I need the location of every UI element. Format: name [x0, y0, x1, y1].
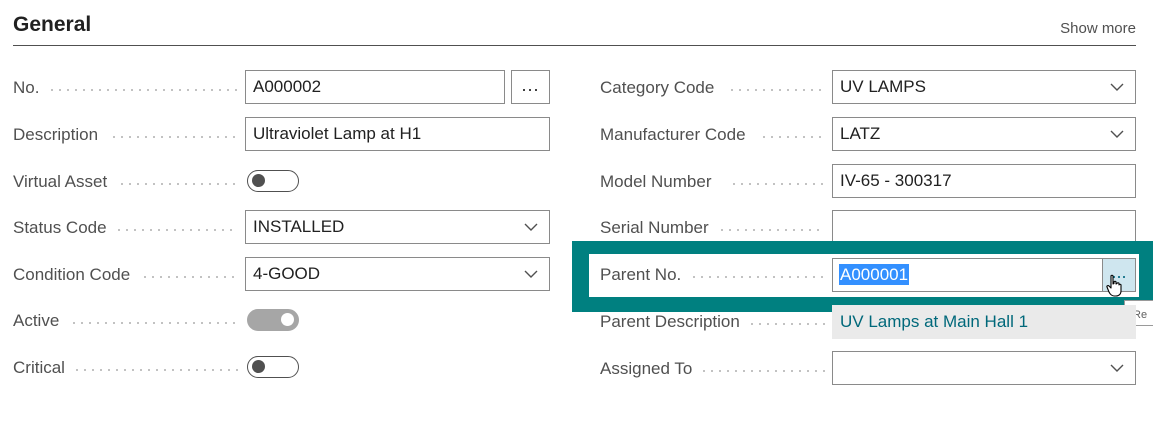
description-dots — [110, 136, 238, 138]
category-code-select[interactable]: UV LAMPS — [832, 70, 1136, 104]
condition-code-dots — [141, 276, 238, 278]
virtual-asset-toggle[interactable] — [247, 170, 299, 192]
manufacturer-code-dots — [760, 136, 825, 138]
model-number-label: Model Number — [600, 172, 712, 191]
status-code-dots — [115, 229, 238, 231]
hand-pointer-icon — [1106, 274, 1122, 297]
active-toggle[interactable] — [247, 309, 299, 331]
serial-number-field[interactable] — [832, 210, 1136, 244]
serial-number-dots — [718, 229, 825, 231]
category-code-dots — [728, 89, 825, 91]
virtual-asset-label: Virtual Asset — [13, 172, 108, 191]
category-code-value: UV LAMPS — [840, 77, 926, 96]
chevron-down-icon — [524, 223, 538, 231]
parent-no-dots — [690, 276, 825, 278]
parent-description-dots — [748, 323, 825, 325]
chevron-down-icon — [524, 270, 538, 278]
description-label: Description — [13, 125, 99, 144]
active-dots — [70, 322, 238, 324]
serial-number-label: Serial Number — [600, 218, 709, 237]
critical-toggle[interactable] — [247, 356, 299, 378]
no-label: No. — [13, 78, 40, 97]
toggle-knob — [281, 313, 294, 326]
section-title: General — [13, 13, 92, 36]
condition-code-label: Condition Code — [13, 265, 131, 284]
chevron-down-icon — [1110, 364, 1124, 372]
critical-dots — [73, 369, 238, 371]
no-dots — [48, 89, 238, 91]
chevron-down-icon — [1110, 130, 1124, 138]
parent-no-field[interactable]: A000001 — [832, 258, 1104, 292]
toggle-knob — [252, 174, 265, 187]
assigned-to-label: Assigned To — [600, 359, 693, 378]
show-more-link[interactable]: Show more — [1060, 20, 1136, 37]
parent-no-selected-text: A000001 — [839, 264, 910, 285]
active-label: Active — [13, 311, 60, 330]
assigned-to-dots — [700, 370, 825, 372]
status-code-select[interactable]: INSTALLED — [245, 210, 550, 244]
description-field[interactable]: Ultraviolet Lamp at H1 — [245, 117, 550, 151]
assigned-to-select[interactable] — [832, 351, 1136, 385]
section-header: General Show more — [13, 0, 1136, 46]
status-code-value: INSTALLED — [253, 217, 345, 236]
manufacturer-code-value: LATZ — [840, 124, 881, 143]
parent-no-label: Parent No. — [600, 265, 682, 284]
status-code-label: Status Code — [13, 218, 107, 237]
chevron-down-icon — [1110, 83, 1124, 91]
category-code-label: Category Code — [600, 78, 715, 97]
condition-code-select[interactable]: 4-GOOD — [245, 257, 550, 291]
no-field[interactable]: A000002 — [245, 70, 505, 104]
model-number-dots — [730, 183, 825, 185]
parent-description-label: Parent Description — [600, 312, 740, 331]
no-assist-button[interactable]: ... — [511, 70, 550, 104]
condition-code-value: 4-GOOD — [253, 264, 321, 283]
virtual-asset-dots — [118, 183, 238, 185]
toggle-knob — [252, 360, 265, 373]
manufacturer-code-label: Manufacturer Code — [600, 125, 746, 144]
parent-description-field[interactable]: UV Lamps at Main Hall 1 — [832, 305, 1136, 339]
manufacturer-code-select[interactable]: LATZ — [832, 117, 1136, 151]
model-number-field[interactable]: IV-65 - 300317 — [832, 164, 1136, 198]
critical-label: Critical — [13, 358, 65, 377]
